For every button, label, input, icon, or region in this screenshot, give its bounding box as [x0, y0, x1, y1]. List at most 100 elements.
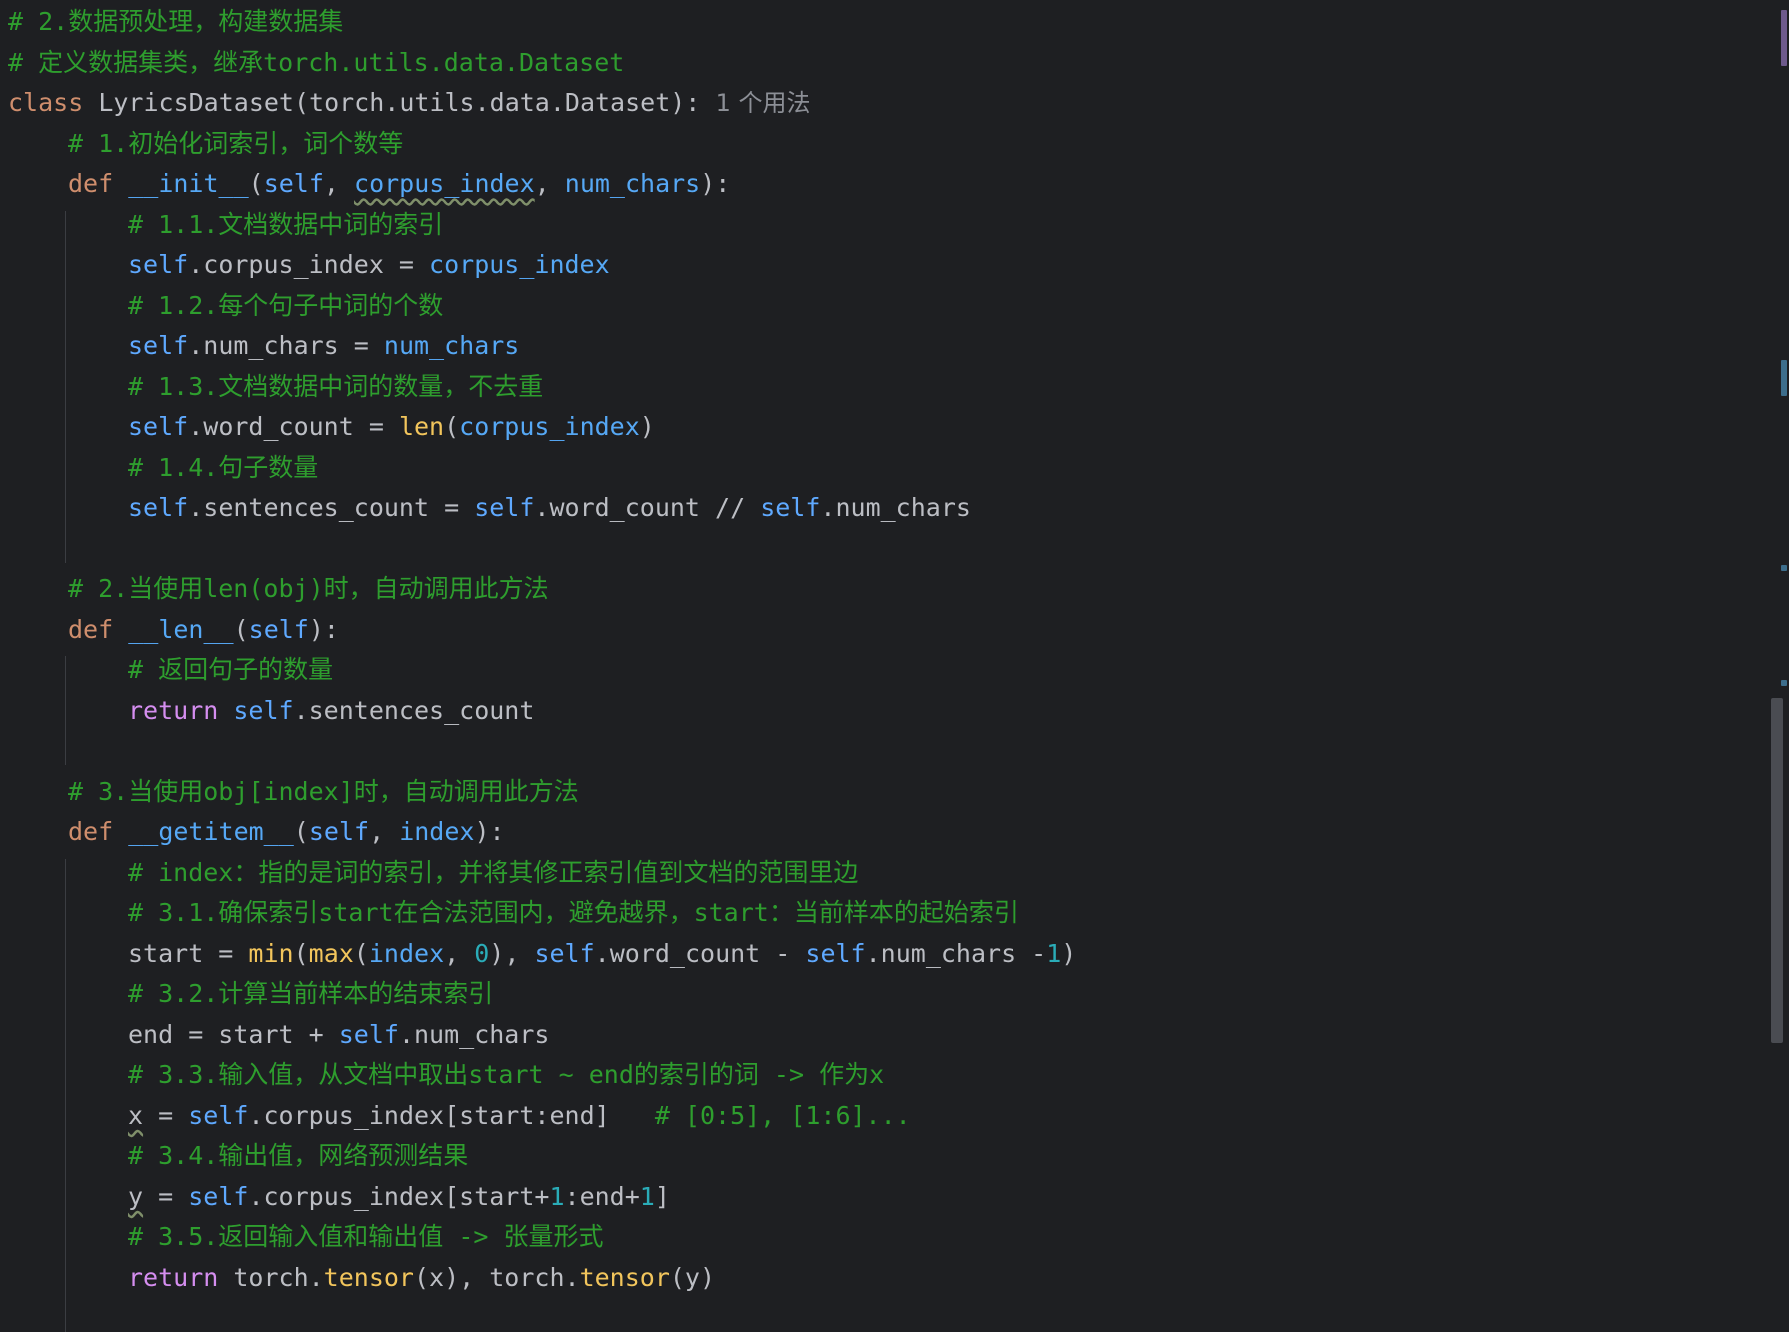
code-token: def: [68, 817, 128, 846]
usage-hint[interactable]: 1 个用法: [700, 89, 810, 117]
code-line[interactable]: # 3.2.计算当前样本的结束索引: [8, 974, 1759, 1015]
code-line[interactable]: # 1.3.文档数据中词的数量，不去重: [8, 367, 1759, 408]
code-token: ]: [655, 1182, 670, 1211]
code-line[interactable]: return self.sentences_count: [8, 691, 1759, 732]
code-line[interactable]: y = self.corpus_index[start+1:end+1]: [8, 1177, 1759, 1218]
code-token: corpus_index: [459, 412, 640, 441]
scroll-marker: [1781, 680, 1787, 686]
code-token: __init__: [128, 169, 248, 198]
code-token: .num_chars =: [188, 331, 384, 360]
code-line[interactable]: self.num_chars = num_chars: [8, 326, 1759, 367]
code-token: (: [249, 169, 264, 198]
code-line[interactable]: # 3.当使用obj[index]时，自动调用此方法: [8, 772, 1759, 813]
code-token: class: [8, 88, 98, 117]
code-token: LyricsDataset(torch.utils.data.Dataset):: [98, 88, 700, 117]
code-token: ): [1061, 939, 1076, 968]
code-token: min: [248, 939, 293, 968]
code-token: end = start +: [128, 1020, 339, 1049]
code-line[interactable]: # 1.1.文档数据中词的索引: [8, 205, 1759, 246]
code-token: ):: [309, 615, 339, 644]
code-line[interactable]: # 2.当使用len(obj)时，自动调用此方法: [8, 569, 1759, 610]
code-token: .sentences_count: [294, 696, 535, 725]
code-comment: # 3.5.返回输入值和输出值 -> 张量形式: [128, 1222, 604, 1251]
code-token: ),: [489, 939, 534, 968]
scrollbar-thumb[interactable]: [1771, 698, 1783, 1043]
code-comment: # 3.1.确保索引start在合法范围内，避免越界，start：当前样本的起始…: [128, 898, 1019, 927]
scroll-marker: [1781, 10, 1787, 66]
code-comment: # 1.3.文档数据中词的数量，不去重: [128, 372, 543, 401]
code-token: self: [805, 939, 865, 968]
code-line[interactable]: # 3.5.返回输入值和输出值 -> 张量形式: [8, 1217, 1759, 1258]
code-token: def: [68, 615, 128, 644]
code-token: .corpus_index[start:end]: [248, 1101, 654, 1130]
code-token: 0: [474, 939, 489, 968]
code-comment: # 1.4.句子数量: [128, 453, 318, 482]
vertical-scrollbar[interactable]: [1763, 0, 1789, 1301]
code-token: __len__: [128, 615, 233, 644]
code-line[interactable]: # 1.初始化词索引，词个数等: [8, 124, 1759, 165]
code-comment: # 3.2.计算当前样本的结束索引: [128, 979, 493, 1008]
code-line[interactable]: # 3.3.输入值，从文档中取出start ~ end的索引的词 -> 作为x: [8, 1055, 1759, 1096]
code-line[interactable]: def __getitem__(self, index):: [8, 812, 1759, 853]
code-token: =: [143, 1182, 188, 1211]
code-line[interactable]: # 1.2.每个句子中词的个数: [8, 286, 1759, 327]
code-line[interactable]: return torch.tensor(x), torch.tensor(y): [8, 1258, 1759, 1299]
code-line[interactable]: def __len__(self):: [8, 610, 1759, 651]
code-token: num_chars: [565, 169, 700, 198]
code-token: (: [294, 817, 309, 846]
code-token: .word_count =: [188, 412, 399, 441]
code-line[interactable]: # 1.4.句子数量: [8, 448, 1759, 489]
code-token: .num_chars -: [866, 939, 1047, 968]
code-token: (: [294, 939, 309, 968]
code-token: ):: [700, 169, 730, 198]
code-comment: # index：指的是词的索引，并将其修正索引值到文档的范围里边: [128, 858, 858, 887]
code-token: ): [640, 412, 655, 441]
code-line[interactable]: # 3.1.确保索引start在合法范围内，避免越界，start：当前样本的起始…: [8, 893, 1759, 934]
code-token: y: [128, 1182, 143, 1211]
code-token: __getitem__: [128, 817, 294, 846]
code-token: max: [309, 939, 354, 968]
code-line[interactable]: [8, 529, 1759, 570]
code-line[interactable]: # 定义数据集类，继承torch.utils.data.Dataset: [8, 43, 1759, 84]
code-token: index: [399, 817, 474, 846]
code-line[interactable]: self.sentences_count = self.word_count /…: [8, 488, 1759, 529]
code-token: ):: [474, 817, 504, 846]
code-token: def: [68, 169, 128, 198]
code-line[interactable]: class LyricsDataset(torch.utils.data.Dat…: [8, 83, 1759, 124]
code-line[interactable]: self.corpus_index = corpus_index: [8, 245, 1759, 286]
code-token: self: [339, 1020, 399, 1049]
code-line[interactable]: end = start + self.num_chars: [8, 1015, 1759, 1056]
code-line[interactable]: # 2.数据预处理，构建数据集: [8, 2, 1759, 43]
code-line[interactable]: # 3.4.输出值，网络预测结果: [8, 1136, 1759, 1177]
code-token: torch.: [233, 1263, 323, 1292]
code-token: ,: [444, 939, 474, 968]
code-area[interactable]: # 2.数据预处理，构建数据集# 定义数据集类，继承torch.utils.da…: [8, 2, 1759, 1298]
code-token: (: [234, 615, 249, 644]
code-token: tensor: [580, 1263, 670, 1292]
code-token: tensor: [324, 1263, 414, 1292]
code-token: self: [264, 169, 324, 198]
code-token: 1: [640, 1182, 655, 1211]
code-comment: # 3.4.输出值，网络预测结果: [128, 1141, 468, 1170]
scroll-marker: [1781, 360, 1787, 396]
code-token: self: [128, 412, 188, 441]
code-line[interactable]: def __init__(self, corpus_index, num_cha…: [8, 164, 1759, 205]
code-line[interactable]: start = min(max(index, 0), self.word_cou…: [8, 934, 1759, 975]
code-token: index: [369, 939, 444, 968]
code-token: .word_count -: [595, 939, 806, 968]
code-line[interactable]: # 返回句子的数量: [8, 650, 1759, 691]
indent-guide: [65, 859, 66, 1332]
code-line[interactable]: self.word_count = len(corpus_index): [8, 407, 1759, 448]
code-comment: # 3.3.输入值，从文档中取出start ~ end的索引的词 -> 作为x: [128, 1060, 884, 1089]
code-line[interactable]: [8, 731, 1759, 772]
code-comment: # 1.初始化词索引，词个数等: [68, 129, 403, 158]
code-line[interactable]: x = self.corpus_index[start:end] # [0:5]…: [8, 1096, 1759, 1137]
code-token: start =: [128, 939, 248, 968]
code-token: self: [128, 331, 188, 360]
code-token: corpus_index: [429, 250, 610, 279]
code-token: (: [444, 412, 459, 441]
code-line[interactable]: # index：指的是词的索引，并将其修正索引值到文档的范围里边: [8, 853, 1759, 894]
code-token: (x), torch.: [414, 1263, 580, 1292]
code-editor[interactable]: # 2.数据预处理，构建数据集# 定义数据集类，继承torch.utils.da…: [0, 0, 1789, 1301]
code-token: self: [188, 1101, 248, 1130]
